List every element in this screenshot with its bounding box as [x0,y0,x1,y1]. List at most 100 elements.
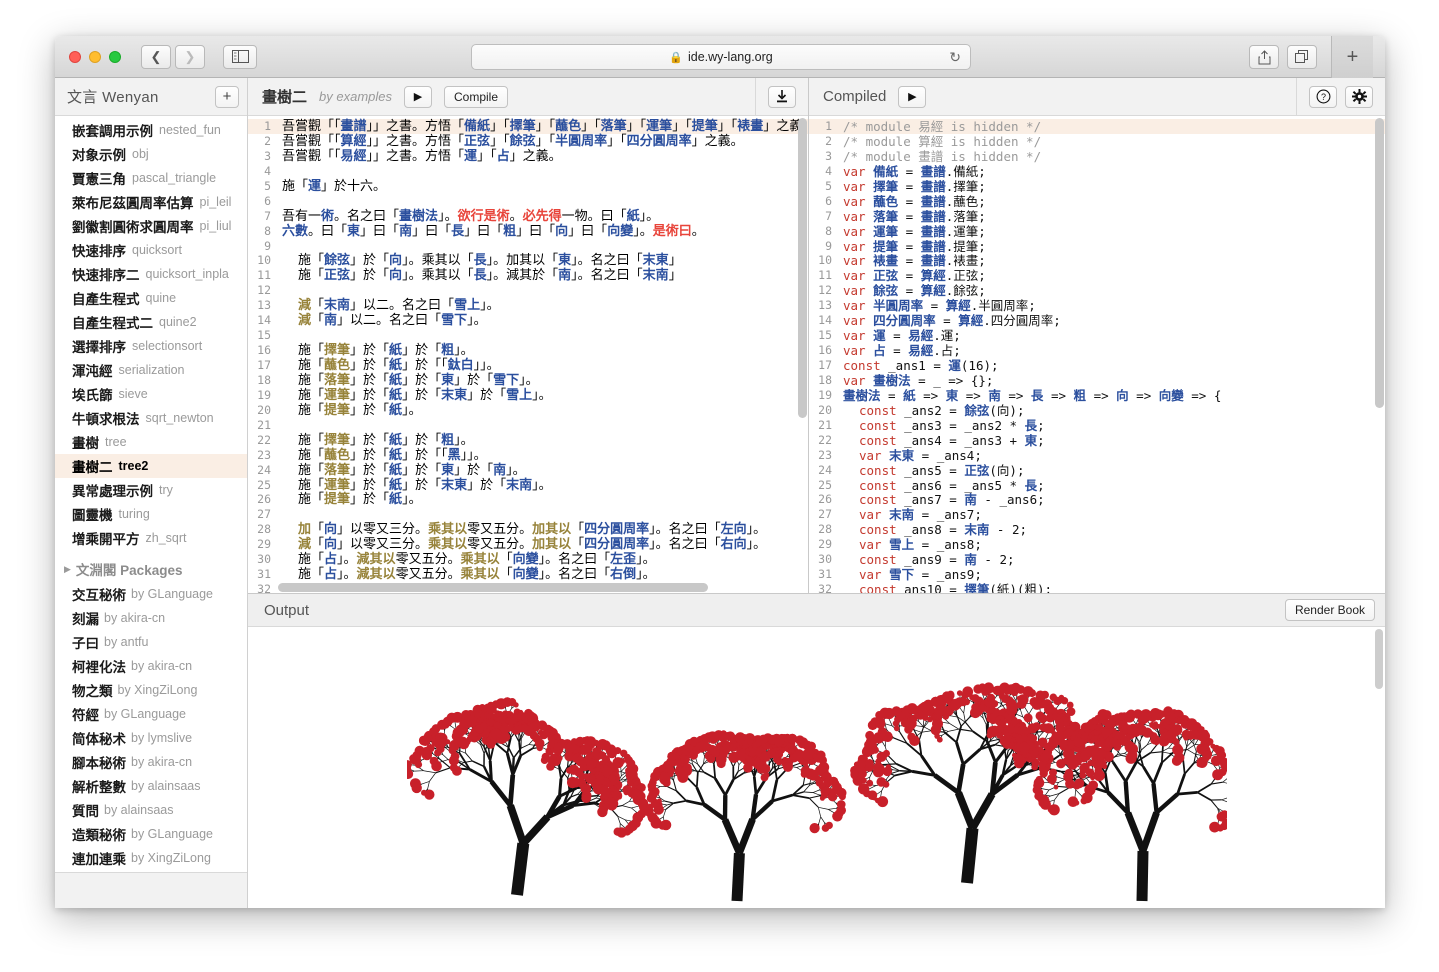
render-book-button[interactable]: Render Book [1284,599,1375,621]
source-code-area[interactable]: 1 吾嘗觀「「畫譜」」之書。方悟「備紙」「擇筆」「蘸色」「落筆」「運筆」「提筆」「… [248,116,808,593]
blossom [999,719,1006,726]
sidebar-file-serialization[interactable]: 渾沌經 serialization [55,358,247,382]
sidebar-package-item[interactable]: 解析整數 by alainsaas [55,774,247,798]
code-token: 紙 [389,432,403,448]
code-token: 末東 [642,253,669,269]
back-icon[interactable]: ❮ [141,44,171,69]
file-name-zh: 对象示例 [72,148,126,163]
question-circle-icon[interactable]: ? [1309,85,1337,108]
tree-branch [890,770,900,774]
editor-vertical-scrollbar[interactable] [798,118,807,418]
sidebar-file-zh_sqrt[interactable]: 增乘開平方 zh_sqrt [55,526,247,550]
sidebar-package-item[interactable]: 腳本秘術 by akira-cn [55,750,247,774]
sidebar-file-sqrt_newton[interactable]: 牛頓求根法 sqrt_newton [55,406,247,430]
code-token: const [859,402,905,418]
forward-icon[interactable]: ❯ [175,44,205,69]
code-token: 減其以 [356,552,396,568]
tree-branch [1138,741,1142,751]
editor-horizontal-scrollbar[interactable] [278,583,708,592]
code-token: 加 [298,522,312,538]
code-line: 21 [248,418,808,433]
code-text: /* module 畫譜 is hidden */ [839,149,1041,164]
sidebar-file-quine2[interactable]: 自產生程式二 quine2 [55,310,247,334]
code-token: 左歪 [610,552,637,568]
share-icon[interactable] [1249,45,1279,69]
sidebar-file-quicksort_inpla[interactable]: 快速排序二 quicksort_inpla [55,262,247,286]
sidebar-file-sieve[interactable]: 埃氏篩 sieve [55,382,247,406]
code-text: var 正弦 = 算經.正弦; [839,268,986,283]
sidebar-file-try[interactable]: 異常處理示例 try [55,478,247,502]
run-compiled-button[interactable]: ▶ [898,85,927,108]
sidebar-package-item[interactable]: 質問 by alainsaas [55,798,247,822]
line-number: 14 [257,313,271,328]
sidebar-file-tree2[interactable]: 畫樹二 tree2 [55,454,247,478]
run-button[interactable]: ▶ [404,85,432,108]
code-token: 」。名之曰「 [538,567,611,583]
code-token: 」 [668,268,682,284]
close-window-button[interactable] [69,50,81,63]
code-text: var 雪上 = _ans8; [839,537,982,552]
line-number: 13 [257,298,271,313]
code-token: 」於「 [350,372,390,388]
file-name-zh: 自產生程式二 [72,316,153,331]
code-token: ; [1037,432,1045,448]
blossom [656,798,662,804]
code-token: 減 [298,537,312,553]
sidebar-package-item[interactable]: 交互秘術 by GLanguage [55,582,247,606]
code-token: 」。 [636,552,656,568]
sidebar-package-item[interactable]: 简体秘术 by lymslive [55,726,247,750]
code-text: 施「運筆」於「紙」於「末東」於「雪上」。 [278,388,552,403]
show-tabs-icon[interactable] [1287,45,1317,69]
window-controls[interactable] [69,50,121,63]
code-token: 占 [324,552,338,568]
file-list[interactable]: 嵌套調用示例 nested_fun 对象示例 obj 賈憲三角 pascal_triang… [55,116,247,872]
sidebar-file-tree[interactable]: 畫樹 tree [55,430,247,454]
sidebar-file-quine[interactable]: 自產生程式 quine [55,286,247,310]
packages-section-header[interactable]: ▶ 文淵閣 Packages [55,556,247,582]
download-icon[interactable] [768,85,796,108]
compile-button[interactable]: Compile [444,85,509,108]
maximize-window-button[interactable] [109,50,121,63]
code-token: var [843,328,874,344]
sidebar-package-item[interactable]: 子曰 by antfu [55,630,247,654]
code-token: .落筆; [945,208,986,224]
add-file-button[interactable]: + [215,85,239,108]
triangle-right-icon[interactable]: ▶ [64,564,71,575]
sidebar-package-item[interactable]: 造類秘術 by GLanguage [55,822,247,846]
sidebar-package-item[interactable]: 刻漏 by akira-cn [55,606,247,630]
sidebar-file-pi_leil[interactable]: 萊布尼茲圓周率估算 pi_leil [55,190,247,214]
output-canvas[interactable] [248,627,1385,908]
sidebar-package-item[interactable]: 連加連乘 by XingZiLong [55,846,247,870]
code-text: const _ans3 = _ans2 * 長; [839,418,1045,433]
gear-icon[interactable] [1345,85,1373,108]
sidebar-file-selectionsort[interactable]: 選擇排序 selectionsort [55,334,247,358]
navigation-buttons[interactable]: ❮ ❯ [141,44,205,69]
sidebar-package-item[interactable]: 物之類 by XingZiLong [55,678,247,702]
code-token: 」。 [337,552,357,568]
address-bar[interactable]: 🔒 ide.wy-lang.org ↻ [471,44,971,70]
compiled-code-area[interactable]: 1/* module 易經 is hidden */2/* module 算經 … [809,116,1385,593]
compiled-toolbar-right: ? [1296,77,1385,116]
sidebar-package-item[interactable]: 符經 by GLanguage [55,702,247,726]
code-token: 黑 [447,447,461,463]
code-token: 運筆 [873,223,906,239]
code-token: 減其以 [356,567,396,583]
code-token: 運 [464,148,478,164]
sidebar-package-item[interactable]: 柯裡化法 by akira-cn [55,654,247,678]
sidebar-file-pi_liul[interactable]: 劉徽割圓術求圓周率 pi_liul [55,214,247,238]
sidebar-file-turing[interactable]: 圖靈機 turing [55,502,247,526]
blossom [596,806,608,818]
code-token: 易經 [908,328,934,344]
compiled-vertical-scrollbar[interactable] [1375,118,1384,408]
new-tab-button[interactable]: + [1331,36,1373,78]
sidebar-file-pascal_triangle[interactable]: 賈憲三角 pascal_triangle [55,166,247,190]
reload-icon[interactable]: ↻ [949,49,961,66]
sidebar-file-quicksort[interactable]: 快速排序 quicksort [55,238,247,262]
sidebar-file-nested_fun[interactable]: 嵌套調用示例 nested_fun [55,118,247,142]
sidebar-file-obj[interactable]: 对象示例 obj [55,142,247,166]
sidebar-toggle-icon[interactable] [223,44,257,69]
line-number: 25 [818,477,832,492]
blossom [614,828,621,835]
minimize-window-button[interactable] [89,50,101,63]
code-line: 30 施「占」。減其以零又五分。乘其以「向變」。名之曰「左歪」。 [248,552,808,567]
